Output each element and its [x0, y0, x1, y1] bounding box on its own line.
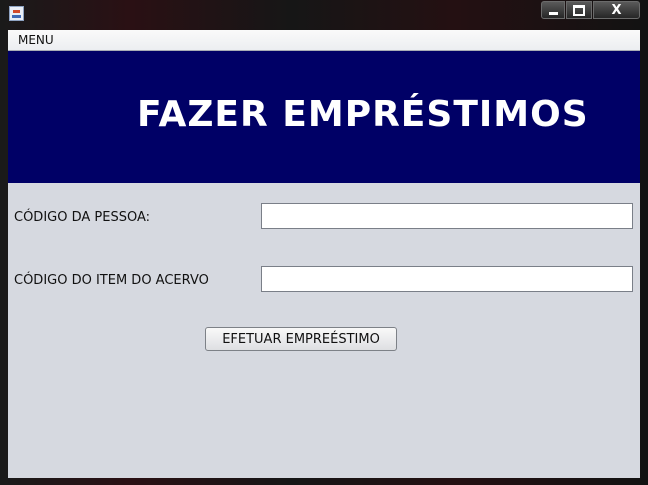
title-bar[interactable]: X	[0, 0, 648, 28]
item-code-field[interactable]	[261, 266, 633, 292]
form-panel: CÓDIGO DA PESSOA: CÓDIGO DO ITEM DO ACER…	[8, 183, 640, 478]
person-code-field[interactable]	[261, 203, 633, 229]
page-title: FAZER EMPRÉSTIMOS	[137, 94, 589, 135]
close-icon: X	[611, 2, 622, 18]
item-code-label: CÓDIGO DO ITEM DO ACERVO	[14, 273, 209, 288]
submit-loan-button[interactable]: EFETUAR EMPREÉSTIMO	[205, 327, 397, 351]
java-app-icon[interactable]	[9, 6, 24, 21]
window-frame: X MENU FAZER EMPRÉSTIMOS CÓDIGO DA PESSO…	[0, 0, 648, 485]
minimize-icon	[548, 12, 558, 15]
close-button[interactable]: X	[593, 1, 640, 19]
maximize-icon	[573, 4, 585, 16]
header-banner: FAZER EMPRÉSTIMOS	[8, 51, 640, 183]
person-code-label: CÓDIGO DA PESSOA:	[14, 210, 151, 225]
menu-bar: MENU	[8, 30, 640, 51]
menu-item-menu[interactable]: MENU	[18, 33, 54, 47]
maximize-button[interactable]	[566, 1, 592, 19]
minimize-button[interactable]	[541, 1, 565, 19]
